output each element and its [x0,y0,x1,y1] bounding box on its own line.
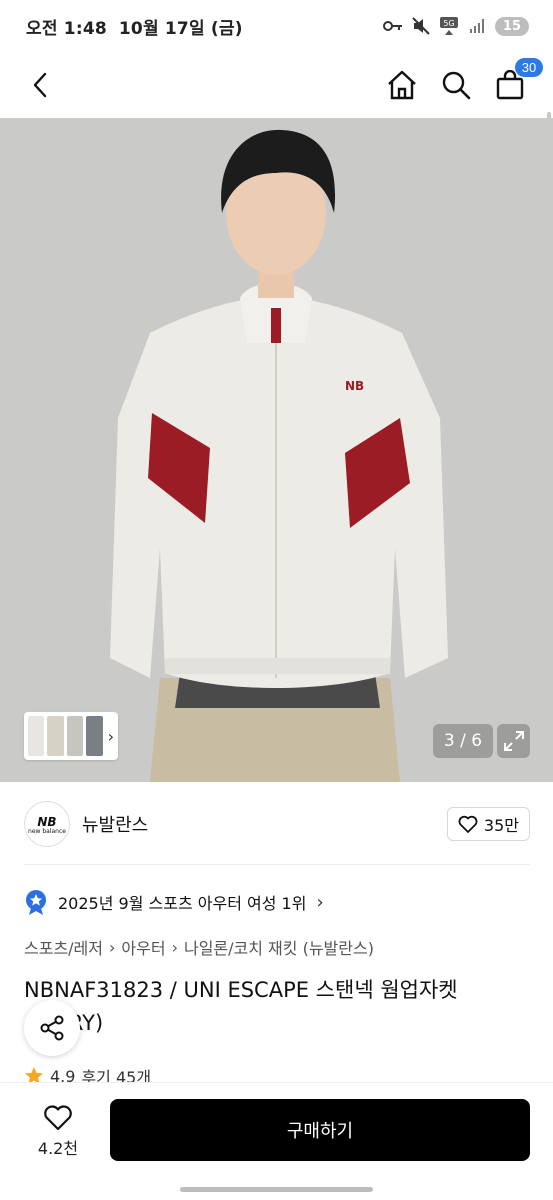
expand-icon [503,731,524,751]
ranking-text: 2025년 9월 스포츠 아우터 여성 1위 [58,894,307,913]
buy-button[interactable]: 구매하기 [110,1099,530,1161]
breadcrumb-item[interactable]: 스포츠/레저 [24,935,103,959]
home-indicator [180,1187,373,1192]
back-button[interactable] [18,63,62,107]
image-counter: 3 / 6 [433,724,493,758]
search-button[interactable] [439,68,473,102]
brand-logo[interactable]: NB new balance [24,801,70,847]
divider [24,864,530,865]
status-icons: 5G 15 [382,16,529,36]
mute-icon [411,16,431,36]
expand-button[interactable] [497,724,530,758]
chevron-right-icon[interactable]: › [108,727,114,746]
app-bar-actions: 30 [385,58,543,102]
status-time: 오전 1:48 [26,18,107,39]
top-app-bar: 30 [0,52,553,168]
chevron-right-icon: › [171,937,178,957]
share-icon [40,1015,64,1041]
cart-button[interactable]: 30 [493,58,543,102]
cart-count-badge: 30 [515,58,543,77]
key-icon [382,16,403,36]
battery-level: 15 [494,16,529,36]
product-image-gallery[interactable]: NB › 3 / 6 [0,118,553,782]
ranking-link[interactable]: 2025년 9월 스포츠 아우터 여성 1위 › [24,886,324,918]
svg-text:NB: NB [37,815,56,828]
thumbnail-strip[interactable]: › [24,712,118,760]
chevron-right-icon: › [109,937,116,957]
breadcrumb-item[interactable]: 나일론/코치 재킷 (뉴발란스) [184,935,374,959]
wishlist-count: 4.2천 [37,1139,79,1158]
home-icon [388,70,416,100]
wishlist-button[interactable]: 4.2천 [22,1101,94,1163]
thumbnail-3[interactable] [66,716,84,756]
brand-like-count: 35만 [483,816,519,835]
network-5g-icon: 5G [439,16,459,36]
brand-logo-text: new balance [28,827,66,835]
breadcrumb-item[interactable]: 아우터 [121,935,165,959]
svg-text:NB: NB [345,379,364,393]
signal-icon [467,16,487,36]
network-label: 5G [443,19,454,28]
thumbnail-1[interactable] [28,716,45,756]
status-date: 10월 17일 (금) [118,18,243,39]
bottom-action-bar: 4.2천 구매하기 [0,1082,553,1200]
chevron-right-icon: › [316,891,324,913]
thumbnail-2[interactable] [47,716,64,756]
heart-icon [458,815,478,833]
status-bar: 오전 1:48 10월 17일 (금) 5G 15 [0,0,553,52]
brand-like-button[interactable]: 35만 [446,807,530,841]
breadcrumb: 스포츠/레저 › 아우터 › 나일론/코치 재킷 (뉴발란스) [24,934,374,960]
status-time-date: 오전 1:48 10월 17일 (금) [26,14,243,39]
new-balance-logo-icon: NB [37,815,56,828]
product-title: NBNAF31823 / UNI ESCAPE 스탠넥 웜업자켓 (IVORY) [24,978,458,1035]
brand-row[interactable]: NB new balance 뉴발란스 35만 [24,800,530,848]
search-icon [442,71,471,100]
chevron-left-icon [33,72,47,98]
share-button[interactable] [24,1000,80,1056]
ranking-badge-icon [26,890,46,915]
brand-name[interactable]: 뉴발란스 [82,811,148,837]
thumbnail-4[interactable] [86,716,103,756]
product-photo: NB [0,118,553,782]
home-button[interactable] [385,68,419,102]
heart-icon [44,1105,72,1131]
